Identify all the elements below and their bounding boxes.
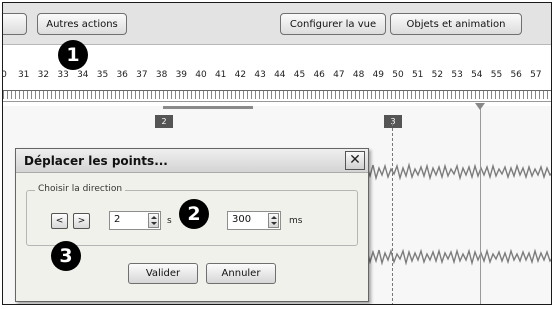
milliseconds-value: 300 — [232, 214, 252, 225]
toolbar-partial-button[interactable] — [3, 13, 27, 35]
ruler-tick-label: 44 — [274, 70, 286, 80]
ruler-tick-label: 37 — [136, 70, 148, 80]
ruler-tick-label: 35 — [96, 70, 109, 80]
ruler-ticks — [3, 91, 551, 99]
seconds-stepper[interactable]: 2 — [109, 211, 161, 230]
close-icon[interactable]: ✕ — [345, 151, 365, 170]
ruler-tick-label: 31 — [17, 70, 30, 80]
callout-1: 1 — [58, 40, 88, 70]
valider-button[interactable]: Valider — [128, 263, 198, 284]
ruler-tick-label: 38 — [155, 70, 168, 80]
objets-animation-button[interactable]: Objets et animation — [390, 13, 522, 35]
ruler-tick-label: 50 — [392, 70, 404, 80]
milliseconds-spin-icon[interactable] — [268, 213, 279, 228]
configurer-vue-button[interactable]: Configurer la vue — [280, 13, 386, 35]
ruler-tick-label: 32 — [37, 70, 50, 80]
ruler-tick-label: 57 — [530, 70, 542, 80]
annuler-button[interactable]: Annuler — [206, 263, 276, 284]
milliseconds-unit-label: ms — [289, 216, 303, 226]
ruler-tick-label: 49 — [372, 70, 385, 80]
marker-guide-line — [392, 123, 393, 304]
selection-range-bar[interactable] — [163, 106, 253, 109]
ruler-tick-label: 46 — [313, 70, 325, 80]
ruler-tick-label: 39 — [175, 70, 188, 80]
ruler-tick-label: 55 — [490, 70, 503, 80]
ruler-tick-label: 56 — [510, 70, 522, 80]
ruler-tick-label: 0 — [3, 70, 14, 80]
ruler-divider — [3, 101, 551, 102]
playhead-triangle[interactable] — [475, 103, 485, 110]
ruler-tick-label: 52 — [431, 70, 444, 80]
callout-3: 3 — [51, 241, 81, 271]
direction-group-label: Choisir la direction — [35, 184, 126, 194]
ruler-tick-label: 41 — [214, 70, 227, 80]
ruler-tick-label: 48 — [352, 70, 365, 80]
app-window: Autres actions Configurer la vue Objets … — [2, 2, 552, 305]
ruler-tick-label: 54 — [471, 70, 483, 80]
marker-3[interactable]: 3 — [384, 115, 402, 128]
dialog-title: Déplacer les points... — [16, 149, 368, 173]
ruler-tick-label: 40 — [195, 70, 207, 80]
ruler-tick-label: 43 — [254, 70, 266, 80]
ruler-tick-label: 33 — [57, 70, 69, 80]
callout-2: 2 — [179, 199, 209, 229]
playhead-line — [480, 109, 481, 304]
milliseconds-stepper[interactable]: 300 — [227, 211, 281, 230]
direction-left-button[interactable]: < — [51, 213, 68, 229]
seconds-unit-label: s — [167, 216, 172, 226]
ruler-tick-label: 51 — [411, 70, 424, 80]
ruler-tick-label: 36 — [116, 70, 128, 80]
toolbar: Autres actions Configurer la vue Objets … — [3, 3, 551, 45]
direction-right-button[interactable]: > — [73, 213, 90, 229]
ruler-tick-label: 47 — [333, 70, 345, 80]
seconds-spin-icon[interactable] — [148, 213, 159, 228]
marker-2[interactable]: 2 — [155, 115, 173, 128]
autres-actions-button[interactable]: Autres actions — [37, 13, 127, 35]
ruler-tick-label: 34 — [77, 70, 89, 80]
ruler-tick-label: 53 — [451, 70, 463, 80]
ruler-tick-label: 45 — [293, 70, 306, 80]
seconds-value: 2 — [114, 214, 121, 225]
ruler-tick-label: 42 — [234, 70, 247, 80]
